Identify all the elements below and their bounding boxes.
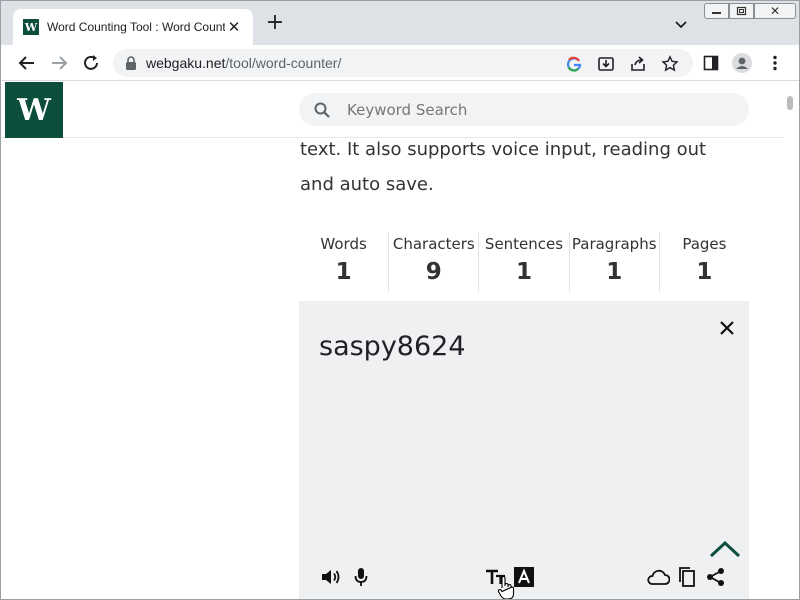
- reload-icon[interactable]: [81, 53, 101, 73]
- voice-input-microphone-icon[interactable]: [351, 566, 371, 588]
- stat-value: 9: [425, 259, 442, 285]
- url-path: /tool/word-counter/: [225, 55, 342, 71]
- stat-sentences: Sentences 1: [479, 232, 570, 292]
- clear-text-icon[interactable]: [717, 318, 737, 338]
- tab-title: Word Counting Tool : Word Counter: [47, 20, 225, 34]
- browser-window: W Word Counting Tool : Word Counter ✕ + …: [0, 0, 800, 600]
- copy-icon[interactable]: [677, 566, 697, 588]
- browser-toolbar: webgaku.net/tool/word-counter/: [1, 45, 799, 81]
- stat-characters: Characters 9: [389, 232, 480, 292]
- intro-text: text. It also supports voice input, read…: [300, 139, 707, 195]
- site-logo[interactable]: W: [5, 82, 63, 138]
- forward-arrow-icon[interactable]: [49, 53, 69, 73]
- keyword-search-input[interactable]: [347, 99, 727, 121]
- font-style-icon[interactable]: [513, 566, 535, 588]
- site-header: W: [1, 82, 783, 138]
- mouse-hand-cursor-icon: [497, 576, 515, 599]
- site-favicon-icon: W: [23, 19, 39, 35]
- browser-tab[interactable]: W Word Counting Tool : Word Counter ✕: [13, 9, 253, 45]
- cloud-save-icon[interactable]: [645, 566, 671, 588]
- keyword-search-box[interactable]: [299, 93, 749, 126]
- stat-label: Sentences: [484, 235, 564, 253]
- install-app-icon[interactable]: [597, 55, 615, 73]
- stat-value: 1: [516, 259, 533, 285]
- share-icon[interactable]: [705, 566, 727, 588]
- url-text: webgaku.net/tool/word-counter/: [146, 55, 341, 71]
- profile-avatar-icon[interactable]: [732, 53, 752, 73]
- share-page-icon[interactable]: [629, 55, 647, 73]
- editor-text[interactable]: saspy8624: [319, 331, 466, 362]
- stat-label: Pages: [682, 235, 727, 253]
- tab-strip: W Word Counting Tool : Word Counter ✕ + …: [1, 1, 799, 45]
- scroll-to-top-chevron-icon[interactable]: [709, 539, 741, 559]
- bookmark-star-icon[interactable]: [661, 55, 679, 73]
- stat-label: Paragraphs: [571, 235, 657, 253]
- minimize-button[interactable]: [704, 3, 729, 19]
- side-panel-icon[interactable]: [701, 53, 721, 73]
- url-domain: webgaku.net: [146, 55, 226, 71]
- stat-value: 1: [606, 259, 623, 285]
- stat-label: Characters: [392, 235, 475, 253]
- text-editor-area[interactable]: saspy8624: [299, 301, 749, 599]
- back-arrow-icon[interactable]: [17, 53, 37, 73]
- address-bar[interactable]: webgaku.net/tool/word-counter/: [113, 49, 693, 77]
- page-scrollbar-thumb[interactable]: [787, 96, 793, 110]
- new-tab-button[interactable]: +: [264, 12, 286, 35]
- lock-icon: [126, 56, 136, 70]
- stat-paragraphs: Paragraphs 1: [570, 232, 660, 292]
- stat-pages: Pages 1: [660, 232, 749, 292]
- stats-row: Words 1 Characters 9 Sentences 1 Paragra…: [299, 232, 749, 292]
- tab-search-chevron-icon[interactable]: [672, 15, 690, 33]
- stat-value: 1: [696, 259, 713, 285]
- stat-value: 1: [335, 259, 352, 285]
- page-content: W text. It also supports voice input, re…: [1, 82, 799, 599]
- stat-words: Words 1: [299, 232, 390, 292]
- search-icon: [314, 102, 330, 118]
- read-aloud-speaker-icon[interactable]: [319, 566, 343, 588]
- restore-button[interactable]: [729, 3, 754, 19]
- stat-label: Words: [320, 235, 367, 253]
- window-close-button[interactable]: ✕: [754, 3, 796, 19]
- browser-menu-icon[interactable]: [765, 53, 785, 73]
- tab-close-icon[interactable]: ✕: [225, 18, 243, 36]
- google-lens-icon[interactable]: [565, 55, 583, 73]
